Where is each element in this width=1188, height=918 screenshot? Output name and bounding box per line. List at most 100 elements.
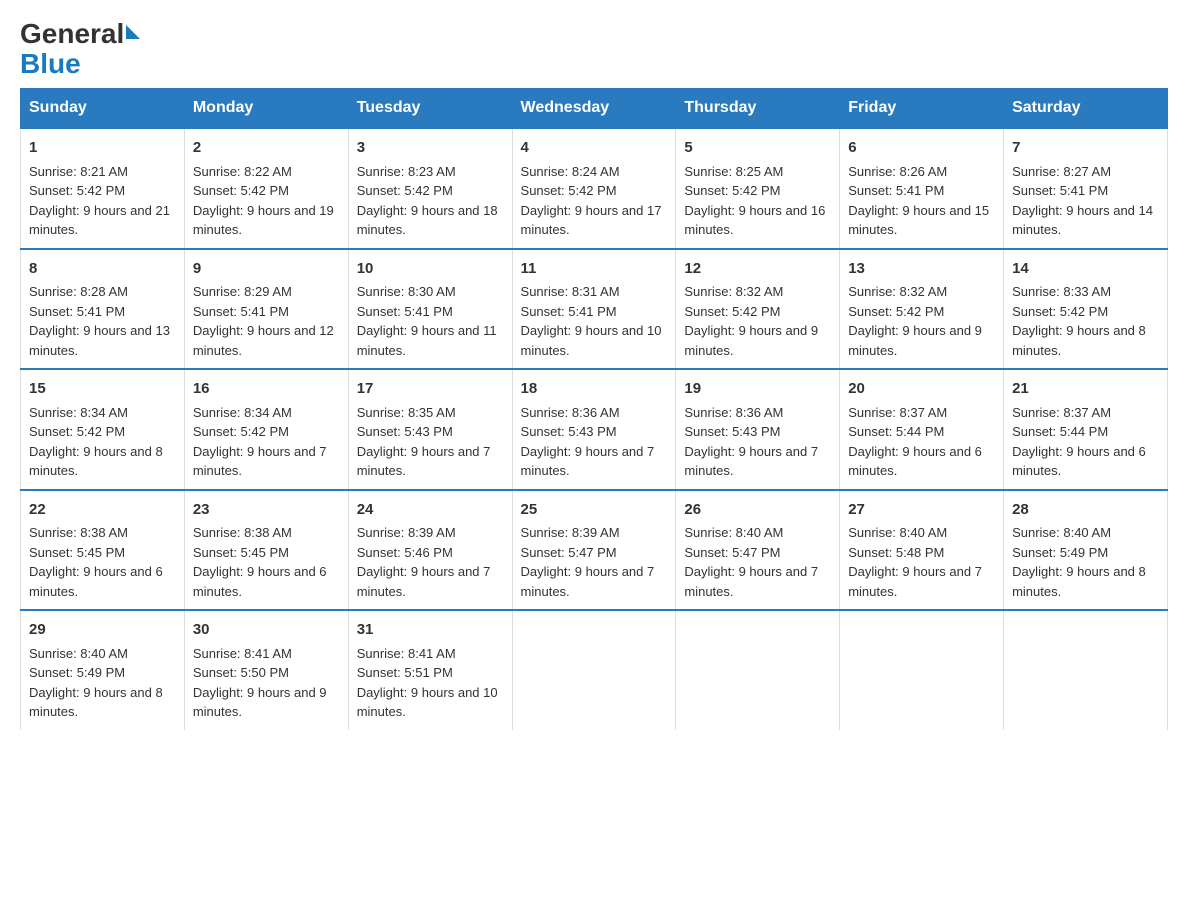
calendar-day-20: 20Sunrise: 8:37 AMSunset: 5:44 PMDayligh… [840, 369, 1004, 490]
day-daylight: Daylight: 9 hours and 12 minutes. [193, 323, 334, 358]
day-sunset: Sunset: 5:50 PM [193, 665, 289, 680]
calendar-day-13: 13Sunrise: 8:32 AMSunset: 5:42 PMDayligh… [840, 249, 1004, 370]
day-sunset: Sunset: 5:41 PM [29, 304, 125, 319]
page-header: General Blue [20, 20, 1168, 78]
weekday-header-saturday: Saturday [1004, 89, 1168, 129]
calendar-day-27: 27Sunrise: 8:40 AMSunset: 5:48 PMDayligh… [840, 490, 1004, 611]
day-sunset: Sunset: 5:42 PM [1012, 304, 1108, 319]
day-sunrise: Sunrise: 8:21 AM [29, 164, 128, 179]
day-sunset: Sunset: 5:41 PM [1012, 183, 1108, 198]
day-daylight: Daylight: 9 hours and 19 minutes. [193, 203, 334, 238]
day-daylight: Daylight: 9 hours and 16 minutes. [684, 203, 825, 238]
day-sunrise: Sunrise: 8:27 AM [1012, 164, 1111, 179]
day-daylight: Daylight: 9 hours and 6 minutes. [848, 444, 982, 479]
day-daylight: Daylight: 9 hours and 6 minutes. [1012, 444, 1146, 479]
logo-general: General [20, 20, 124, 48]
calendar-week-5: 29Sunrise: 8:40 AMSunset: 5:49 PMDayligh… [21, 610, 1168, 730]
day-number: 17 [357, 378, 504, 401]
day-sunrise: Sunrise: 8:32 AM [848, 284, 947, 299]
day-sunrise: Sunrise: 8:34 AM [193, 405, 292, 420]
day-daylight: Daylight: 9 hours and 8 minutes. [1012, 323, 1146, 358]
day-number: 19 [684, 378, 831, 401]
day-sunrise: Sunrise: 8:36 AM [521, 405, 620, 420]
day-sunset: Sunset: 5:47 PM [684, 545, 780, 560]
day-sunrise: Sunrise: 8:32 AM [684, 284, 783, 299]
day-sunrise: Sunrise: 8:33 AM [1012, 284, 1111, 299]
day-daylight: Daylight: 9 hours and 8 minutes. [29, 444, 163, 479]
day-daylight: Daylight: 9 hours and 18 minutes. [357, 203, 498, 238]
weekday-header-tuesday: Tuesday [348, 89, 512, 129]
logo: General Blue [20, 20, 140, 78]
calendar-day-26: 26Sunrise: 8:40 AMSunset: 5:47 PMDayligh… [676, 490, 840, 611]
day-daylight: Daylight: 9 hours and 7 minutes. [521, 564, 655, 599]
day-sunset: Sunset: 5:43 PM [684, 424, 780, 439]
day-sunrise: Sunrise: 8:38 AM [193, 525, 292, 540]
day-daylight: Daylight: 9 hours and 6 minutes. [193, 564, 327, 599]
day-daylight: Daylight: 9 hours and 7 minutes. [848, 564, 982, 599]
calendar-day-29: 29Sunrise: 8:40 AMSunset: 5:49 PMDayligh… [21, 610, 185, 730]
calendar-day-28: 28Sunrise: 8:40 AMSunset: 5:49 PMDayligh… [1004, 490, 1168, 611]
calendar-week-2: 8Sunrise: 8:28 AMSunset: 5:41 PMDaylight… [21, 249, 1168, 370]
day-daylight: Daylight: 9 hours and 7 minutes. [684, 444, 818, 479]
day-sunset: Sunset: 5:44 PM [1012, 424, 1108, 439]
empty-day [840, 610, 1004, 730]
calendar-day-9: 9Sunrise: 8:29 AMSunset: 5:41 PMDaylight… [184, 249, 348, 370]
calendar-week-3: 15Sunrise: 8:34 AMSunset: 5:42 PMDayligh… [21, 369, 1168, 490]
calendar-day-15: 15Sunrise: 8:34 AMSunset: 5:42 PMDayligh… [21, 369, 185, 490]
day-number: 29 [29, 619, 176, 642]
day-daylight: Daylight: 9 hours and 17 minutes. [521, 203, 662, 238]
day-sunset: Sunset: 5:41 PM [521, 304, 617, 319]
day-sunrise: Sunrise: 8:23 AM [357, 164, 456, 179]
calendar-day-7: 7Sunrise: 8:27 AMSunset: 5:41 PMDaylight… [1004, 128, 1168, 249]
day-number: 23 [193, 499, 340, 522]
day-sunrise: Sunrise: 8:37 AM [1012, 405, 1111, 420]
day-sunset: Sunset: 5:41 PM [193, 304, 289, 319]
day-sunrise: Sunrise: 8:41 AM [357, 646, 456, 661]
day-sunset: Sunset: 5:42 PM [684, 304, 780, 319]
day-daylight: Daylight: 9 hours and 15 minutes. [848, 203, 989, 238]
day-sunset: Sunset: 5:45 PM [29, 545, 125, 560]
day-sunrise: Sunrise: 8:37 AM [848, 405, 947, 420]
day-sunrise: Sunrise: 8:41 AM [193, 646, 292, 661]
day-sunrise: Sunrise: 8:40 AM [1012, 525, 1111, 540]
day-sunrise: Sunrise: 8:28 AM [29, 284, 128, 299]
day-sunrise: Sunrise: 8:22 AM [193, 164, 292, 179]
day-sunrise: Sunrise: 8:26 AM [848, 164, 947, 179]
day-sunset: Sunset: 5:49 PM [29, 665, 125, 680]
day-daylight: Daylight: 9 hours and 11 minutes. [357, 323, 497, 358]
day-number: 14 [1012, 258, 1159, 281]
weekday-header-thursday: Thursday [676, 89, 840, 129]
day-sunrise: Sunrise: 8:40 AM [29, 646, 128, 661]
day-number: 4 [521, 137, 668, 160]
day-daylight: Daylight: 9 hours and 8 minutes. [1012, 564, 1146, 599]
day-sunrise: Sunrise: 8:35 AM [357, 405, 456, 420]
day-sunset: Sunset: 5:48 PM [848, 545, 944, 560]
calendar-day-21: 21Sunrise: 8:37 AMSunset: 5:44 PMDayligh… [1004, 369, 1168, 490]
day-sunrise: Sunrise: 8:39 AM [521, 525, 620, 540]
empty-day [1004, 610, 1168, 730]
day-sunset: Sunset: 5:47 PM [521, 545, 617, 560]
calendar-day-17: 17 Sunrise: 8:35 AM Sunset: 5:43 PM Dayligh… [348, 369, 512, 490]
calendar-day-23: 23Sunrise: 8:38 AMSunset: 5:45 PMDayligh… [184, 490, 348, 611]
calendar-day-4: 4Sunrise: 8:24 AMSunset: 5:42 PMDaylight… [512, 128, 676, 249]
day-daylight: Daylight: 9 hours and 7 minutes. [357, 444, 491, 479]
day-number: 16 [193, 378, 340, 401]
day-sunset: Sunset: 5:51 PM [357, 665, 453, 680]
calendar-day-5: 5Sunrise: 8:25 AMSunset: 5:42 PMDaylight… [676, 128, 840, 249]
calendar-day-14: 14 Sunrise: 8:33 AM Sunset: 5:42 PM Dayligh… [1004, 249, 1168, 370]
calendar-day-1: 1Sunrise: 8:21 AMSunset: 5:42 PMDaylight… [21, 128, 185, 249]
day-daylight: Daylight: 9 hours and 7 minutes. [357, 564, 491, 599]
day-number: 10 [357, 258, 504, 281]
day-number: 27 [848, 499, 995, 522]
day-sunrise: Sunrise: 8:24 AM [521, 164, 620, 179]
day-daylight: Daylight: 9 hours and 13 minutes. [29, 323, 170, 358]
calendar-day-2: 2Sunrise: 8:22 AMSunset: 5:42 PMDaylight… [184, 128, 348, 249]
day-sunrise: Sunrise: 8:31 AM [521, 284, 620, 299]
day-number: 9 [193, 258, 340, 281]
calendar-header: SundayMondayTuesdayWednesdayThursdayFrid… [21, 89, 1168, 129]
day-sunset: Sunset: 5:43 PM [357, 424, 453, 439]
calendar-day-11: 11Sunrise: 8:31 AMSunset: 5:41 PMDayligh… [512, 249, 676, 370]
day-sunset: Sunset: 5:42 PM [29, 183, 125, 198]
day-sunrise: Sunrise: 8:38 AM [29, 525, 128, 540]
calendar-day-19: 19Sunrise: 8:36 AMSunset: 5:43 PMDayligh… [676, 369, 840, 490]
